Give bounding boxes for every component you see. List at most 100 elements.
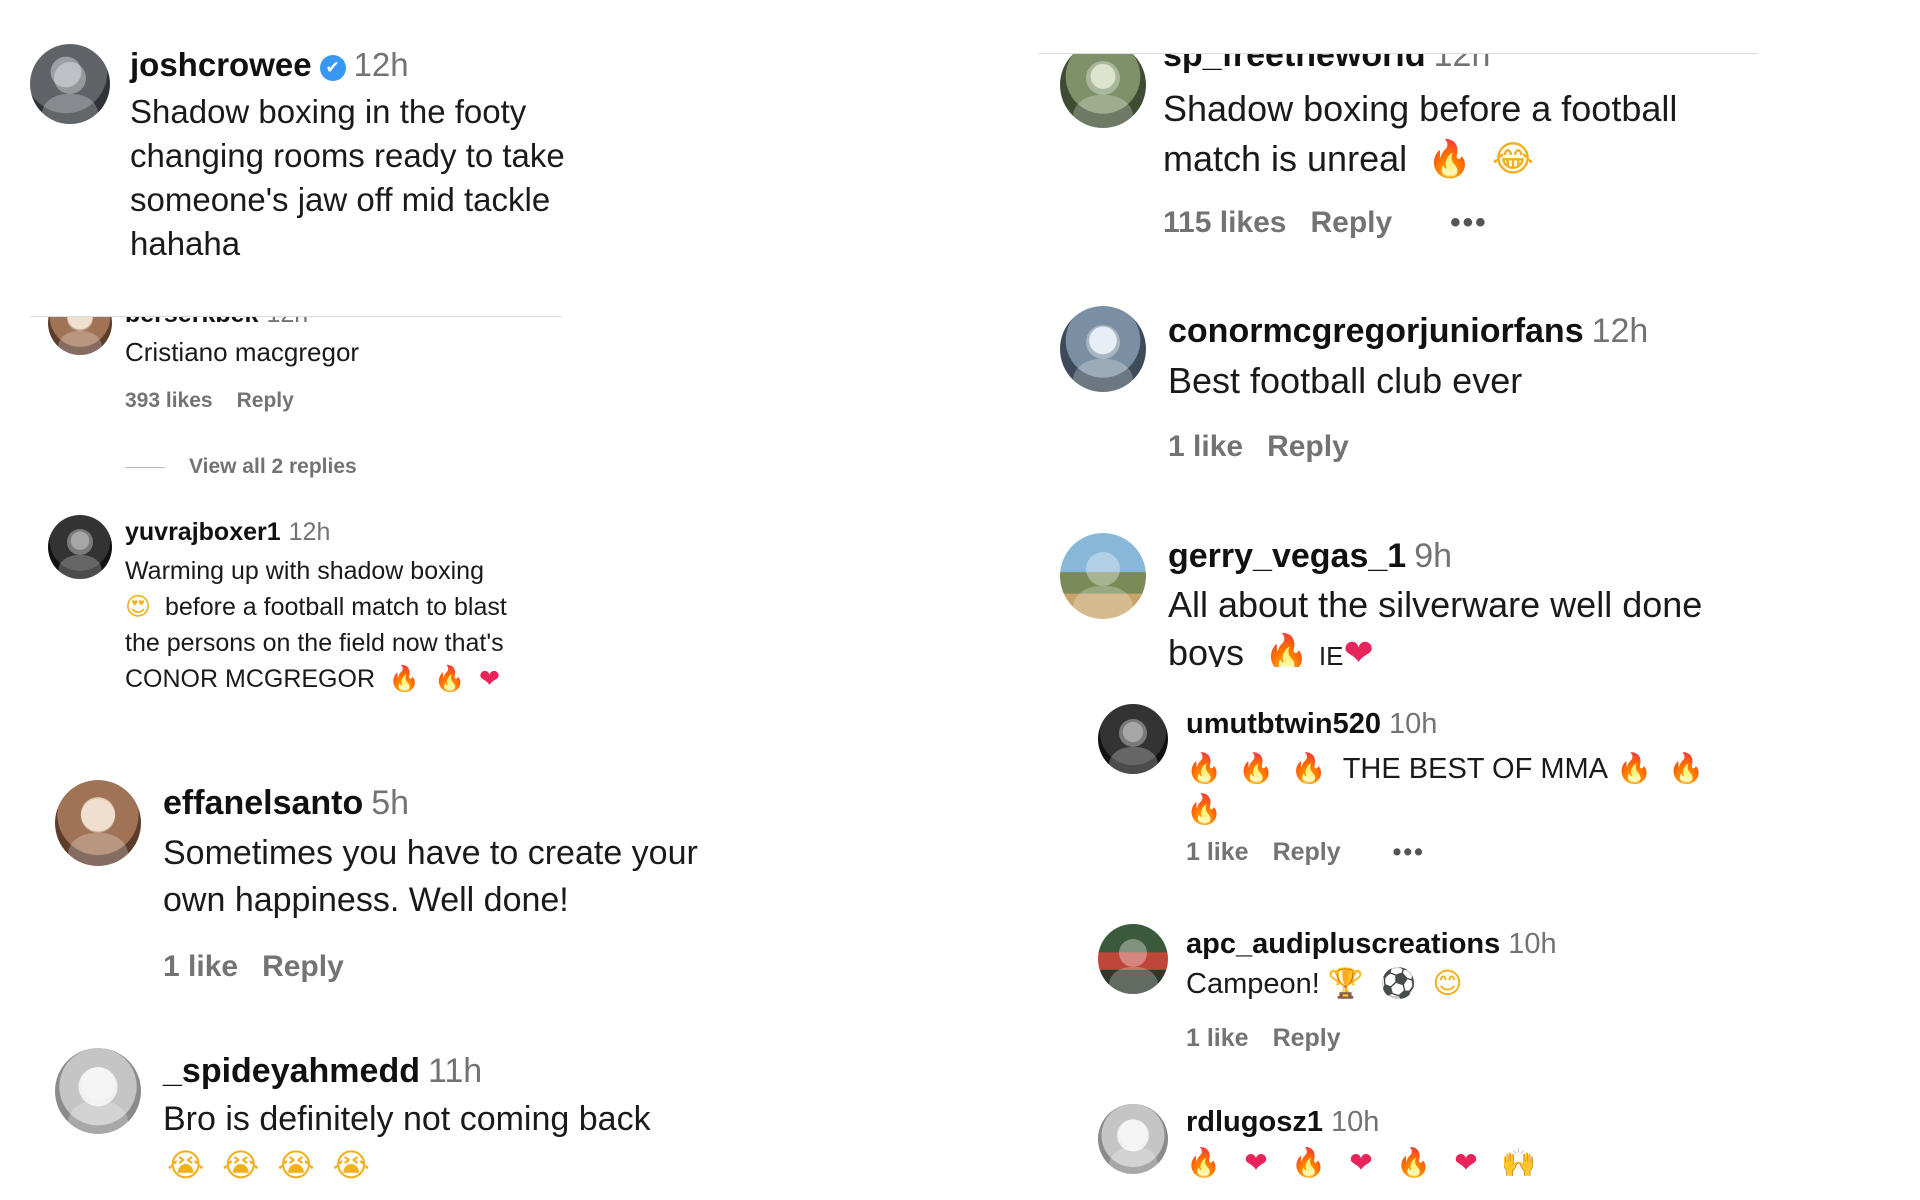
emoji-row: 😭 😭 😭 😭 — [167, 1146, 370, 1184]
reply-comment: umutbtwin520 10h 🔥 🔥 🔥 THE BEST OF MMA 🔥 … — [1098, 704, 1818, 884]
comment-actions: 115 likes Reply ••• — [1163, 206, 1512, 240]
username[interactable]: _spideyahmedd — [163, 1052, 420, 1090]
comment-text: 🔥 🔥 🔥 THE BEST OF MMA 🔥 🔥 🔥 — [1186, 748, 1704, 830]
avatar[interactable] — [30, 44, 110, 124]
comment-line-text: THE BEST OF MMA — [1342, 753, 1609, 785]
comment-text: Bro is definitely not coming back — [163, 1100, 651, 1138]
comment-line: Warming up with shadow boxing — [125, 557, 484, 585]
avatar[interactable] — [1098, 704, 1168, 774]
comment-actions: 1 like Reply — [1186, 1024, 1365, 1053]
likes-count[interactable]: 115 likes — [1163, 206, 1286, 239]
username[interactable]: effanelsanto — [163, 784, 363, 822]
reply-button[interactable]: Reply — [1310, 206, 1392, 239]
caption-text: Shadow boxing in the footy changing room… — [130, 90, 565, 266]
timestamp: 10h — [1330, 1106, 1380, 1138]
avatar[interactable] — [55, 1048, 141, 1134]
heart-emoji-icon: ❤ — [1454, 1146, 1478, 1179]
likes-count[interactable]: 1 like — [1186, 1024, 1249, 1052]
caption-line: changing rooms ready to take — [130, 137, 565, 174]
crying-face-emoji-icon: 😭 — [277, 1146, 315, 1184]
username[interactable]: apc_audipluscreations — [1186, 928, 1500, 960]
avatar[interactable] — [48, 515, 112, 579]
comment-text: Best football club ever — [1168, 360, 1523, 401]
view-replies-label[interactable]: View all 2 replies — [189, 455, 357, 478]
comment-line: 🔥 — [1186, 789, 1704, 830]
comment-line: match is unreal 🔥 😂 — [1163, 134, 1677, 185]
reply-button[interactable]: Reply — [1273, 838, 1341, 866]
reply-button[interactable]: Reply — [1267, 430, 1349, 463]
username[interactable]: berserkbek — [125, 317, 258, 328]
username[interactable]: joshcrowee — [130, 46, 312, 83]
fire-emoji-icon: 🔥 — [1264, 633, 1309, 667]
more-options-icon[interactable]: ••• — [1393, 838, 1425, 866]
avatar[interactable] — [1098, 924, 1168, 994]
comment-line-text: before a football match to blast — [164, 593, 507, 621]
heart-emoji-icon: ❤ — [1244, 1146, 1268, 1179]
comment-actions: 393 likes Reply — [125, 389, 318, 413]
fire-emoji-icon: 🔥 — [1290, 751, 1327, 785]
likes-count[interactable]: 1 like — [1186, 838, 1249, 866]
fire-emoji-icon: 🔥 — [1291, 1146, 1326, 1179]
username[interactable]: gerry_vegas_1 — [1168, 537, 1406, 575]
comment-line: the persons on the field now that's — [125, 629, 504, 657]
timestamp: 9h — [1414, 537, 1453, 575]
comment-text: Shadow boxing before a football match is… — [1163, 84, 1677, 185]
crying-face-emoji-icon: 😭 — [332, 1146, 370, 1184]
view-replies-link[interactable]: View all 2 replies — [125, 455, 381, 479]
comment-line: All about the silverware well done — [1168, 584, 1703, 625]
likes-count[interactable]: 393 likes — [125, 389, 213, 412]
avatar[interactable] — [48, 317, 112, 355]
avatar[interactable] — [1060, 54, 1146, 128]
timestamp: 12h — [1433, 54, 1491, 74]
username[interactable]: umutbtwin520 — [1186, 708, 1381, 740]
comment-text: Warming up with shadow boxing 😍 before a… — [125, 553, 507, 697]
timestamp: 12h — [266, 317, 308, 328]
heart-emoji-icon: ❤ — [479, 664, 500, 693]
reply-comment: apc_audipluscreations 10h Campeon! 🏆 ⚽ 😊 … — [1098, 924, 1818, 1074]
fire-emoji-icon: 🔥 — [1668, 751, 1705, 785]
comment-actions: 1 like Reply ••• — [1186, 838, 1449, 867]
caption-line: someone's jaw off mid tackle — [130, 181, 551, 218]
comment-text: All about the silverware well done boys … — [1168, 581, 1702, 667]
avatar[interactable] — [1098, 1104, 1168, 1174]
reply-button[interactable]: Reply — [262, 950, 344, 983]
reply-comment: rdlugosz1 10h 🔥 ❤ 🔥 ❤ 🔥 ❤ 🙌 — [1098, 1104, 1818, 1198]
timestamp: 12h — [288, 518, 331, 546]
username[interactable]: conormcgregorjuniorfans — [1168, 312, 1584, 350]
ie-text: IE — [1318, 641, 1344, 667]
comment-line-text: boys — [1168, 632, 1245, 667]
avatar[interactable] — [55, 780, 141, 866]
fire-emoji-icon: 🔥 — [1427, 139, 1472, 180]
comment-line-text: Campeon! — [1186, 968, 1320, 1000]
username[interactable]: rdlugosz1 — [1186, 1106, 1323, 1138]
heart-emoji-icon: ❤ — [1349, 1146, 1373, 1179]
fire-emoji-icon: 🔥 — [1238, 751, 1275, 785]
username[interactable]: sp_freetheworld — [1163, 54, 1426, 74]
trophy-emoji-icon: 🏆 — [1327, 966, 1364, 1000]
smiling-face-emoji-icon: 😊 — [1432, 966, 1463, 1000]
timestamp: 10h — [1388, 708, 1438, 740]
timestamp: 10h — [1508, 928, 1557, 960]
caption-line: Shadow boxing in the footy — [130, 93, 527, 130]
crying-face-emoji-icon: 😭 — [222, 1146, 260, 1184]
likes-count[interactable]: 1 like — [1168, 430, 1243, 463]
comment-text: Campeon! 🏆 ⚽ 😊 — [1186, 966, 1463, 1001]
avatar[interactable] — [1060, 306, 1146, 392]
likes-count[interactable]: 1 like — [163, 950, 238, 983]
reply-button[interactable]: Reply — [1273, 1024, 1341, 1052]
reply-button[interactable]: Reply — [237, 389, 294, 412]
caption-line: hahaha — [130, 225, 241, 262]
raised-hands-emoji-icon: 🙌 — [1501, 1146, 1536, 1179]
comment-line: 😍 before a football match to blast — [125, 589, 507, 625]
comment-line-text: match is unreal — [1163, 138, 1408, 179]
username[interactable]: yuvrajboxer1 — [125, 518, 281, 546]
fire-emoji-icon: 🔥 — [1186, 1146, 1221, 1179]
timestamp: 11h — [427, 1052, 483, 1090]
more-options-icon[interactable]: ••• — [1450, 206, 1488, 239]
fire-emoji-icon: 🔥 — [1186, 751, 1223, 785]
comment-clip: berserkbek 12h Cristiano macgregor 393 li… — [40, 317, 600, 437]
comment-actions: 1 like Reply — [1168, 430, 1373, 464]
comment-line: Sometimes you have to create your — [163, 834, 698, 872]
comment-line: 🔥 🔥 🔥 THE BEST OF MMA 🔥 🔥 — [1186, 748, 1704, 789]
avatar[interactable] — [1060, 533, 1146, 619]
